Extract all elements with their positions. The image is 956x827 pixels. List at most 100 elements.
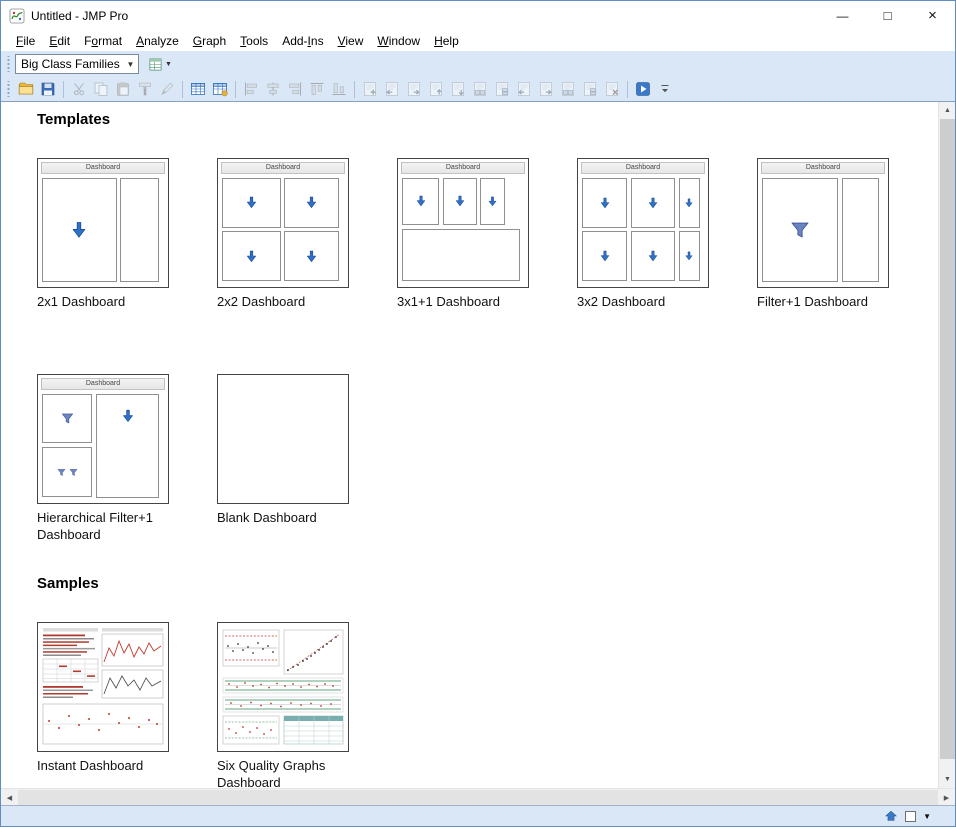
- journal-caret-icon: ▼: [165, 60, 172, 68]
- menu-item-add-ins[interactable]: Add-Ins: [275, 32, 330, 50]
- mini-dashboard-titlebar: Dashboard: [221, 162, 345, 174]
- split-report-icon[interactable]: [579, 79, 601, 99]
- template-card-2x1-dashboard[interactable]: Dashboard 2x1 Dashboard: [37, 158, 217, 310]
- move-report-right-icon[interactable]: [535, 79, 557, 99]
- template-thumbnail[interactable]: Dashboard: [757, 158, 889, 288]
- mini-panel: [678, 177, 701, 229]
- template-thumbnail[interactable]: Dashboard: [577, 158, 709, 288]
- template-card-instant-dashboard[interactable]: Instant Dashboard: [37, 622, 217, 788]
- scroll-right-arrow[interactable]: ▶: [938, 789, 955, 806]
- template-thumbnail[interactable]: Dashboard: [37, 158, 169, 288]
- template-thumbnail[interactable]: Dashboard: [217, 158, 349, 288]
- horizontal-scrollbar[interactable]: ◀ ▶: [1, 788, 955, 806]
- mini-panel: [283, 177, 340, 229]
- template-card-hierarchical-filter-1-dashboard[interactable]: Dashboard Hierarchical Filter+1 Dashboard: [37, 374, 217, 543]
- template-thumbnail[interactable]: [217, 622, 349, 752]
- data-table-combo[interactable]: Big Class Families ▼: [15, 54, 139, 74]
- annotate-icon[interactable]: [156, 79, 178, 99]
- template-card-3x1-1-dashboard[interactable]: Dashboard 3x1+1 Dashboard: [397, 158, 577, 310]
- format-painter-icon[interactable]: [134, 79, 156, 99]
- mini-body: [581, 176, 705, 284]
- combo-caret-icon[interactable]: ▼: [123, 60, 138, 69]
- toolbar-grip[interactable]: [6, 81, 11, 97]
- data-table-icon[interactable]: [187, 79, 209, 99]
- template-thumbnail[interactable]: [37, 622, 169, 752]
- save-icon[interactable]: [37, 79, 59, 99]
- mini-panel: [630, 177, 676, 229]
- scroll-down-arrow[interactable]: ▼: [939, 771, 955, 788]
- open-icon[interactable]: [15, 79, 37, 99]
- drop-arrow-icon: [246, 250, 256, 262]
- mini-panel: [842, 177, 880, 282]
- scroll-up-arrow[interactable]: ▲: [939, 102, 955, 119]
- mini-panel: [42, 177, 117, 282]
- new-report-icon[interactable]: [359, 79, 381, 99]
- align-top-icon[interactable]: [306, 79, 328, 99]
- remove-report-icon[interactable]: [601, 79, 623, 99]
- insert-column-icon[interactable]: [469, 79, 491, 99]
- move-report-left-icon[interactable]: [513, 79, 535, 99]
- mini-panel: [120, 177, 159, 282]
- copy-icon[interactable]: [90, 79, 112, 99]
- close-button[interactable]: ×: [910, 1, 955, 30]
- menu-item-tools[interactable]: Tools: [233, 32, 275, 50]
- card-grid: Dashboard 2x1 Dashboard Dashboard 2x2 Dashb…: [37, 158, 938, 543]
- merge-reports-icon[interactable]: [557, 79, 579, 99]
- mini-panel: [582, 231, 627, 282]
- drop-arrow-icon: [73, 221, 86, 238]
- menu-item-file[interactable]: File: [9, 32, 42, 50]
- align-center-icon[interactable]: [262, 79, 284, 99]
- maximize-button[interactable]: □: [865, 1, 910, 30]
- home-icon[interactable]: [884, 809, 898, 823]
- template-thumbnail[interactable]: Dashboard: [397, 158, 529, 288]
- window-title: Untitled - JMP Pro: [31, 8, 129, 23]
- template-card-blank-dashboard[interactable]: Blank Dashboard: [217, 374, 397, 543]
- vertical-scrollbar[interactable]: ▲ ▼: [938, 102, 955, 788]
- paste-icon[interactable]: [112, 79, 134, 99]
- vertical-scroll-thumb[interactable]: [940, 119, 955, 759]
- journal-list-button[interactable]: ▼: [146, 54, 174, 74]
- mini-panel: [402, 228, 521, 282]
- template-card-filter-1-dashboard[interactable]: Dashboard Filter+1 Dashboard: [757, 158, 937, 310]
- section-title-templates: Templates: [37, 111, 111, 128]
- menu-item-view[interactable]: View: [331, 32, 371, 50]
- align-right-icon[interactable]: [284, 79, 306, 99]
- template-card-2x2-dashboard[interactable]: Dashboard 2x2 Dashboard: [217, 158, 397, 310]
- menu-item-graph[interactable]: Graph: [186, 32, 233, 50]
- add-report-below-icon[interactable]: [447, 79, 469, 99]
- menu-item-window[interactable]: Window: [370, 32, 427, 50]
- horizontal-scroll-track[interactable]: [18, 789, 938, 805]
- minimize-button[interactable]: —: [820, 1, 865, 30]
- toolbar-separator: [627, 80, 628, 98]
- template-label: Hierarchical Filter+1 Dashboard: [37, 510, 153, 542]
- menu-item-help[interactable]: Help: [427, 32, 466, 50]
- template-card-six-quality-graphs-dashboard[interactable]: Six Quality Graphs Dashboard: [217, 622, 397, 788]
- mini-panel: [402, 177, 440, 226]
- drop-arrow-icon: [122, 409, 133, 422]
- add-report-right-icon[interactable]: [403, 79, 425, 99]
- add-report-above-icon[interactable]: [425, 79, 447, 99]
- status-dropdown-icon[interactable]: ▼: [923, 812, 931, 821]
- mini-panel: [283, 231, 340, 282]
- add-report-left-icon[interactable]: [381, 79, 403, 99]
- horizontal-scroll-thumb[interactable]: [18, 790, 938, 805]
- insert-row-icon[interactable]: [491, 79, 513, 99]
- data-table-window-icon[interactable]: [209, 79, 231, 99]
- menu-item-format[interactable]: Format: [77, 32, 129, 50]
- template-thumbnail[interactable]: Dashboard: [37, 374, 169, 504]
- scroll-left-arrow[interactable]: ◀: [1, 789, 18, 806]
- align-left-icon[interactable]: [240, 79, 262, 99]
- toolbar-grip[interactable]: [6, 56, 11, 72]
- mini-body: [761, 176, 885, 284]
- toolbar-overflow-icon[interactable]: [654, 79, 676, 99]
- menu-item-edit[interactable]: Edit: [42, 32, 77, 50]
- filter-funnel-icon: [69, 468, 77, 476]
- window-indicator-box[interactable]: [905, 810, 917, 822]
- menu-item-analyze[interactable]: Analyze: [129, 32, 186, 50]
- template-card-3x2-dashboard[interactable]: Dashboard 3x2 Dashboard: [577, 158, 757, 310]
- cut-icon[interactable]: [68, 79, 90, 99]
- run-dashboard-icon[interactable]: [632, 79, 654, 99]
- card-grid: Instant Dashboard Six Quality Graphs Das…: [37, 622, 938, 788]
- template-thumbnail[interactable]: [217, 374, 349, 504]
- align-bottom-icon[interactable]: [328, 79, 350, 99]
